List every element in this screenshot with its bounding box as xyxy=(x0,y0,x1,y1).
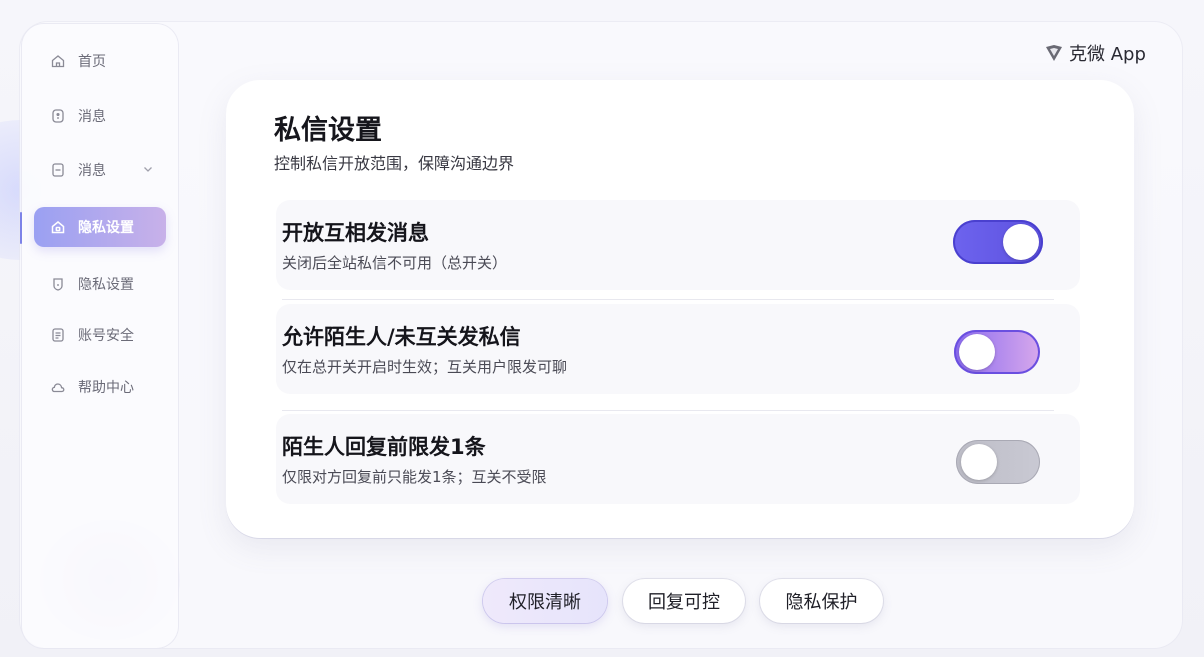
chevron-down-icon[interactable] xyxy=(142,163,154,175)
setting-row-allow-strangers: 允许陌生人/未互关发私信 仅在总开关开启时生效；互关用户限发可聊 xyxy=(276,304,1080,394)
sidebar-item-help-center[interactable]: 帮助中心 xyxy=(34,367,166,407)
setting-description: 仅限对方回复前只能发1条；互关不受限 xyxy=(282,468,547,486)
setting-title: 陌生人回复前限发1条 xyxy=(282,435,486,459)
tab-privacy-protection[interactable]: 隐私保护 xyxy=(760,579,883,623)
sidebar-item-label: 消息 xyxy=(78,163,106,179)
toggle-knob xyxy=(961,444,997,480)
sidebar: 首页 消息 消息 隐私设置 隐私设置 账号安全 帮助中心 xyxy=(22,24,178,648)
sidebar-item-label: 隐私设置 xyxy=(78,277,134,293)
home-lock-icon xyxy=(51,221,65,234)
setting-title: 开放互相发消息 xyxy=(282,221,429,245)
tab-controllable-replies[interactable]: 回复可控 xyxy=(623,579,745,623)
sidebar-item-label: 消息 xyxy=(78,109,106,125)
setting-description: 关闭后全站私信不可用（总开关） xyxy=(282,254,508,272)
brand: 克微 App xyxy=(1044,41,1146,65)
brand-name: 克微 App xyxy=(1069,44,1146,65)
tab-label: 回复可控 xyxy=(648,592,720,613)
active-nav-indicator xyxy=(20,212,22,244)
sidebar-item-label: 首页 xyxy=(78,54,106,70)
sidebar-item-home[interactable]: 首页 xyxy=(34,41,166,81)
setting-row-stranger-limit: 陌生人回复前限发1条 仅限对方回复前只能发1条；互关不受限 xyxy=(276,414,1080,504)
divider xyxy=(282,410,1054,411)
home-icon xyxy=(51,55,65,68)
toggle-stranger-limit[interactable] xyxy=(956,440,1040,484)
sidebar-item-label: 隐私设置 xyxy=(78,220,134,236)
private-message-settings-card: 私信设置 控制私信开放范围，保障沟通边界 开放互相发消息 关闭后全站私信不可用（… xyxy=(226,80,1134,538)
divider xyxy=(282,299,1054,300)
app-background: 首页 消息 消息 隐私设置 隐私设置 账号安全 帮助中心 克微 App 私信设置… xyxy=(0,0,1204,657)
cloud-icon xyxy=(51,383,65,393)
setting-title: 允许陌生人/未互关发私信 xyxy=(282,325,521,349)
setting-row-open-messaging: 开放互相发消息 关闭后全站私信不可用（总开关） xyxy=(276,200,1080,290)
sidebar-item-messages-group[interactable]: 消息 xyxy=(34,150,166,190)
shield-icon xyxy=(53,278,63,291)
toggle-knob xyxy=(1003,224,1039,260)
tab-label: 隐私保护 xyxy=(785,592,858,613)
message-icon xyxy=(52,109,64,123)
toggle-open-messaging[interactable] xyxy=(953,220,1043,264)
setting-description: 仅在总开关开启时生效；互关用户限发可聊 xyxy=(282,358,568,376)
tab-label: 权限清晰 xyxy=(509,592,581,613)
document-icon xyxy=(52,163,64,177)
sidebar-item-privacy-settings[interactable]: 隐私设置 xyxy=(34,207,166,247)
toggle-allow-strangers[interactable] xyxy=(954,330,1040,374)
sidebar-item-account-security[interactable]: 账号安全 xyxy=(34,315,166,355)
sidebar-item-label: 账号安全 xyxy=(78,328,134,344)
list-icon xyxy=(52,328,64,342)
card-title: 私信设置 xyxy=(274,115,382,146)
sidebar-item-label: 帮助中心 xyxy=(78,380,134,396)
tab-clear-permissions[interactable]: 权限清晰 xyxy=(483,579,607,623)
sidebar-item-privacy-settings-secondary[interactable]: 隐私设置 xyxy=(34,264,166,304)
brand-logo-icon xyxy=(1046,45,1062,61)
toggle-knob xyxy=(959,334,995,370)
sidebar-item-messages[interactable]: 消息 xyxy=(34,96,166,136)
card-subtitle: 控制私信开放范围，保障沟通边界 xyxy=(274,154,515,173)
